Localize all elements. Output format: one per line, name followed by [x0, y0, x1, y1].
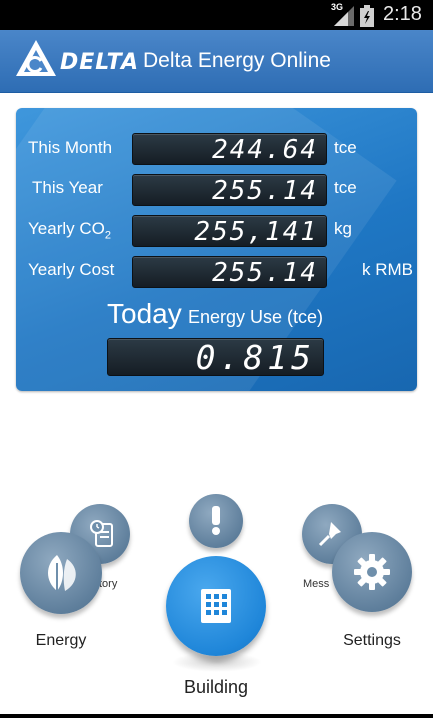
- yearly-co2-value: 255,141: [132, 215, 327, 247]
- today-title: Today: [107, 298, 182, 329]
- this-year-value: 255.14: [132, 174, 327, 206]
- this-year-unit: tce: [334, 178, 357, 197]
- battery-icon: [360, 5, 374, 27]
- today-energy-value: 0.815: [107, 338, 324, 377]
- brand-logo-text: DELTA: [60, 50, 139, 75]
- building-icon: [201, 589, 231, 623]
- clipboard-clock-icon: [90, 520, 113, 547]
- building-button[interactable]: [166, 556, 266, 656]
- gear-icon: [354, 554, 390, 590]
- today-subtitle: Energy Use (tce): [188, 307, 324, 327]
- yearly-cost-label: Yearly Cost: [28, 260, 115, 279]
- this-month-label: This Month: [28, 138, 113, 157]
- signal-icon: [334, 6, 354, 26]
- yearly-cost-value: 255.14: [132, 256, 327, 288]
- bottom-edge: [0, 714, 433, 718]
- energy-button[interactable]: [20, 532, 102, 614]
- alert-button[interactable]: [189, 494, 243, 548]
- building-label: Building: [183, 677, 249, 697]
- yearly-cost-unit: k RMB: [362, 260, 413, 279]
- app-header: DELTA Delta Energy Online: [0, 30, 433, 93]
- message-label: Mess: [303, 578, 330, 590]
- yearly-co2-unit: kg: [334, 219, 352, 238]
- status-bar: 3G 2:18: [0, 0, 433, 30]
- app-title: Delta Energy Online: [143, 49, 331, 72]
- exclamation-icon: [212, 506, 220, 535]
- pushpin-icon: [318, 522, 341, 547]
- this-month-unit: tce: [334, 138, 357, 157]
- this-month-value: 244.64: [132, 133, 327, 165]
- settings-label: Settings: [343, 632, 401, 649]
- yearly-co2-label: Yearly CO2: [28, 219, 111, 242]
- leaf-icon: [48, 555, 76, 591]
- energy-summary-panel: This Month 244.64 tce This Year 255.14 t…: [16, 108, 417, 391]
- delta-logo-icon: [16, 40, 56, 76]
- this-year-label: This Year: [32, 178, 103, 197]
- history-label: tory: [99, 578, 118, 590]
- energy-label: Energy: [35, 632, 87, 649]
- clock: 2:18: [383, 3, 422, 25]
- settings-button[interactable]: [332, 532, 412, 612]
